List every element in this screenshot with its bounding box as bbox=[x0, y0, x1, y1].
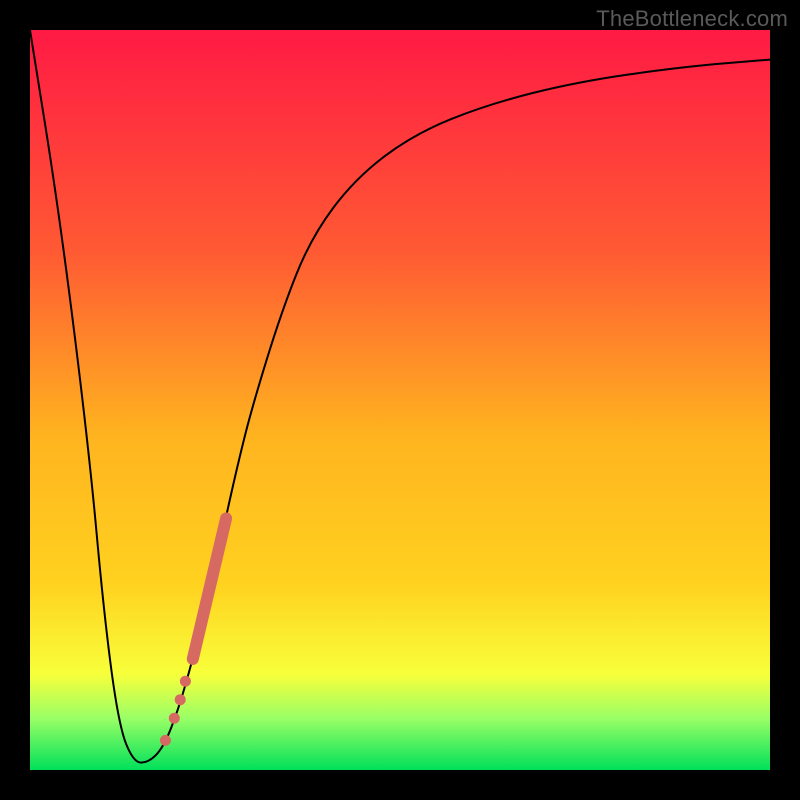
chart-svg bbox=[30, 30, 770, 770]
watermark-text: TheBottleneck.com bbox=[596, 6, 788, 32]
chart-frame: TheBottleneck.com bbox=[0, 0, 800, 800]
plot-area bbox=[30, 30, 770, 770]
